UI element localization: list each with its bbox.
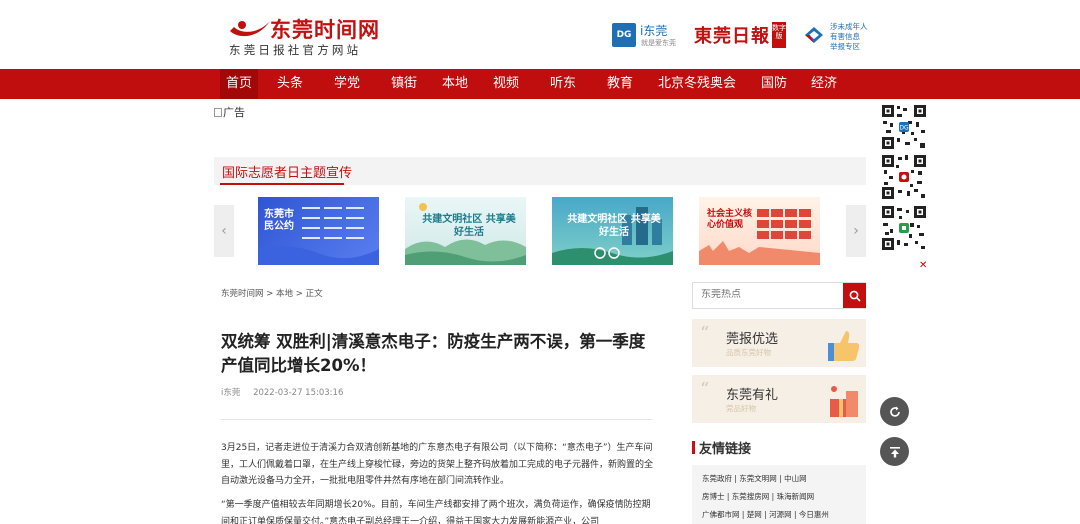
- friend-link[interactable]: 中山网: [784, 474, 807, 483]
- search-input[interactable]: [701, 289, 831, 300]
- main-nav: 首页 头条 学党史 镇街 本地 视频 听东莞 教育 北京冬残奥会 国防 经济: [0, 69, 1080, 121]
- links-row: 东莞政府 | 东莞文明网 | 中山网: [702, 474, 807, 483]
- idg-name[interactable]: i东莞: [640, 22, 667, 39]
- topic-title[interactable]: 国际志愿者日主题宣传: [222, 162, 352, 181]
- logo-title[interactable]: 东莞时间网: [270, 14, 380, 44]
- nav-item-local[interactable]: 本地: [436, 69, 474, 99]
- topic-banner-2[interactable]: 共建文明社区 共享美好生活: [405, 197, 526, 265]
- friend-link[interactable]: 房博士: [702, 492, 725, 501]
- carousel-next-button[interactable]: ›: [846, 205, 866, 257]
- idg-slogan: 就是爱东莞: [641, 39, 676, 47]
- nav-item-defense[interactable]: 国防: [755, 69, 793, 99]
- banner-illustration-icon: [699, 209, 820, 265]
- back-to-top-button[interactable]: [880, 437, 909, 466]
- article-paragraph: 3月25日，记者走进位于清溪力合双清创新基地的广东意杰电子有限公司（以下简称：“…: [221, 443, 654, 486]
- nav-item-economy[interactable]: 经济: [805, 69, 843, 99]
- search-button[interactable]: [843, 283, 866, 308]
- ad-placeholder[interactable]: 广告: [214, 104, 245, 120]
- friend-link[interactable]: 楚网: [747, 510, 762, 519]
- minor-report-link[interactable]: 涉未成年人 有害信息 举报专区: [830, 22, 868, 52]
- breadcrumb-home-link[interactable]: 东莞时间网: [221, 289, 264, 299]
- gift-box-icon: [830, 386, 858, 417]
- breadcrumb: 东莞时间网 > 本地 > 正文: [221, 287, 323, 299]
- chevron-left-icon: ‹: [221, 223, 227, 239]
- idg-logo-icon[interactable]: DG: [612, 23, 636, 47]
- promo-card-youxuan[interactable]: “ 莞报优选 品质东莞好物: [692, 319, 866, 367]
- links-head-bar: [692, 441, 695, 454]
- thumbs-up-icon: [828, 331, 860, 361]
- friend-link[interactable]: 东莞政府: [702, 474, 732, 483]
- search-icon: [849, 290, 861, 302]
- page: 东莞时间网 东莞日报社官方网站 DG i东莞 就是爱东莞 東莞日報 数字版 涉未…: [0, 0, 1080, 524]
- qr-code-icon: DG: [881, 104, 927, 150]
- links-row: 房博士 | 东莞搜房网 | 珠海新闻网: [702, 492, 815, 501]
- nav-item-video[interactable]: 视频: [487, 69, 525, 99]
- links-title: 友情链接: [699, 442, 752, 457]
- topic-banner-4[interactable]: 社会主义核心价值观: [699, 197, 820, 265]
- nav-item-towns[interactable]: 镇街: [385, 69, 423, 99]
- article-meta: i东莞 2022-03-27 15:03:16: [221, 386, 343, 398]
- broken-image-icon: [214, 108, 222, 117]
- promo-title: 莞报优选: [726, 332, 779, 347]
- nav-item-headline[interactable]: 头条: [271, 69, 309, 99]
- nav-item-audio[interactable]: 听东莞: [538, 69, 588, 121]
- carousel-prev-button[interactable]: ‹: [214, 205, 234, 257]
- breadcrumb-separator: >: [266, 289, 277, 299]
- logo-subtitle: 东莞日报社官方网站: [229, 43, 362, 57]
- promo-title: 东莞有礼: [726, 388, 779, 403]
- quote-icon: “: [700, 323, 710, 344]
- promo-subtitle: 莞品好物: [726, 404, 756, 413]
- friend-link[interactable]: 今日惠州: [799, 510, 829, 519]
- dgrb-logo[interactable]: 東莞日報: [694, 22, 770, 48]
- article-datetime: 2022-03-27 15:03:16: [253, 388, 344, 398]
- arrow-up-icon: [889, 446, 900, 457]
- report-shield-icon: [805, 27, 823, 43]
- topic-banner-3[interactable]: 共建文明社区 共享美好生活: [552, 197, 673, 265]
- friend-link[interactable]: 广佛都市网: [702, 510, 740, 519]
- nav-item-home[interactable]: 首页: [220, 69, 258, 99]
- nav-item-education[interactable]: 教育: [601, 69, 639, 99]
- qr-code-icon: [881, 205, 927, 251]
- breadcrumb-section-link[interactable]: 本地: [276, 289, 293, 299]
- friend-links-box: 东莞政府 | 东莞文明网 | 中山网 房博士 | 东莞搜房网 | 珠海新闻网 广…: [692, 465, 866, 524]
- site-header: 东莞时间网 东莞日报社官方网站 DG i东莞 就是爱东莞 東莞日報 数字版 涉未…: [0, 0, 1080, 69]
- topic-banner-1[interactable]: 东莞市民公约: [258, 197, 379, 265]
- dgrb-digital-tag[interactable]: 数字版: [772, 22, 786, 48]
- links-row: 广佛都市网 | 楚网 | 河源网 | 今日惠州: [702, 510, 829, 519]
- svg-text:DG: DG: [899, 125, 909, 132]
- nav-item-paralympics[interactable]: 北京冬残奥会: [652, 69, 742, 99]
- refresh-icon: [889, 406, 900, 417]
- topic-underline: [220, 183, 344, 185]
- promo-subtitle: 品质东莞好物: [726, 348, 771, 357]
- article-paragraph: “第一季度产值相较去年同期增长20%。目前，车间生产线都安排了两个班次，满负荷运…: [221, 500, 651, 524]
- logo-swoosh-icon: [230, 21, 270, 37]
- breadcrumb-current: 正文: [305, 289, 323, 299]
- article-divider: [221, 419, 653, 420]
- qr-code-icon: [881, 154, 927, 200]
- article-source: i东莞: [221, 388, 241, 398]
- friend-link[interactable]: 东莞文明网: [739, 474, 777, 483]
- friend-link[interactable]: 河源网: [769, 510, 792, 519]
- nav-item-party-history[interactable]: 学党史: [322, 69, 372, 121]
- article-title: 双统筹 双胜利|清溪意杰电子：防疫生产两不误，第一季度产值同比增长20%！: [221, 332, 646, 375]
- breadcrumb-separator: >: [295, 289, 306, 299]
- friend-link[interactable]: 东莞搜房网: [732, 492, 770, 501]
- qr-close-icon[interactable]: ✕: [919, 260, 927, 271]
- search-box: [692, 282, 866, 309]
- refresh-button[interactable]: [880, 397, 909, 426]
- promo-card-youli[interactable]: “ 东莞有礼 莞品好物: [692, 375, 866, 423]
- quote-icon: “: [700, 379, 710, 400]
- chevron-right-icon: ›: [853, 223, 859, 239]
- friend-link[interactable]: 珠海新闻网: [777, 492, 815, 501]
